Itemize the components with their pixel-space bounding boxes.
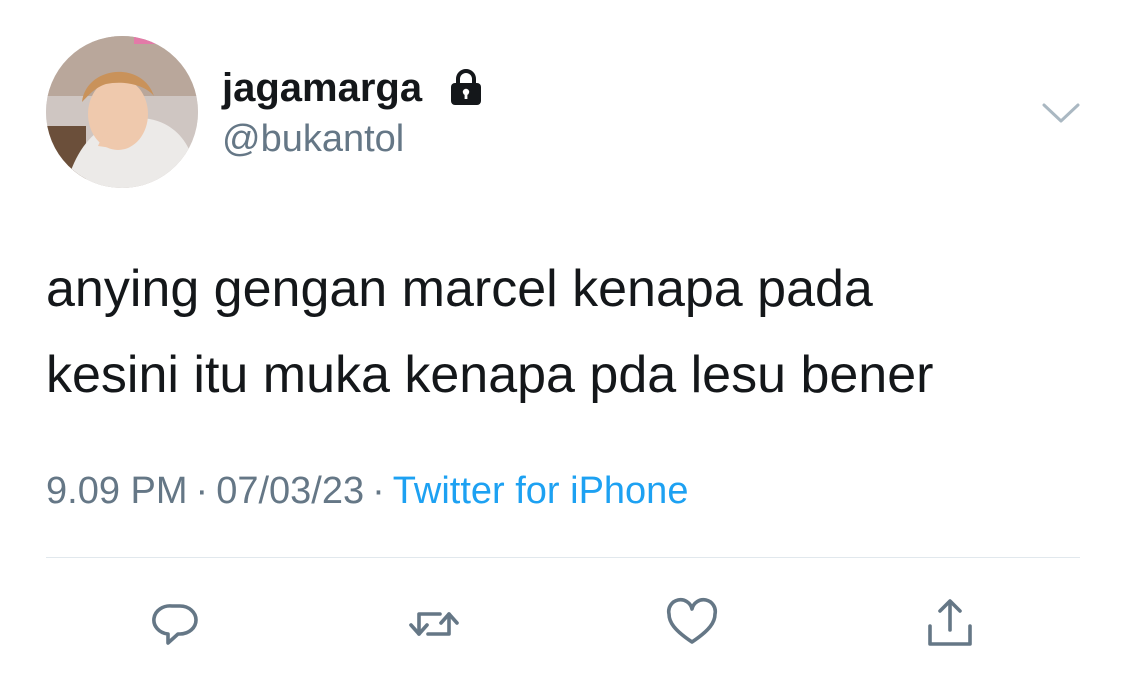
heart-icon (666, 597, 718, 644)
avatar[interactable] (46, 36, 198, 188)
reply-icon (152, 604, 198, 645)
tweet-text: anying gengan marcel kenapa pada kesini … (46, 260, 934, 404)
user-handle[interactable]: @bukantol (222, 118, 404, 161)
tweet-card: jagamarga @bukantol anying gengan marcel… (0, 0, 1125, 691)
chevron-down-icon[interactable] (1040, 100, 1082, 126)
tweet-meta: 9.09 PM · 07/03/23 · Twitter for iPhone (46, 470, 688, 513)
tweet-date[interactable]: 07/03/23 (216, 470, 364, 512)
retweet-icon (409, 612, 459, 636)
display-name[interactable]: jagamarga (222, 66, 422, 111)
reply-button[interactable] (148, 596, 204, 652)
share-icon (928, 599, 972, 646)
profile-photo-icon (46, 36, 198, 188)
like-button[interactable] (664, 596, 720, 652)
retweet-button[interactable] (406, 596, 462, 652)
meta-separator: · (195, 470, 209, 512)
tweet-time[interactable]: 9.09 PM (46, 470, 188, 512)
divider (46, 557, 1080, 558)
tweet-source-link[interactable]: Twitter for iPhone (393, 470, 689, 512)
meta-separator: · (372, 470, 385, 512)
share-button[interactable] (922, 596, 978, 652)
display-name-row: jagamarga (222, 62, 486, 114)
lock-icon (446, 68, 486, 108)
